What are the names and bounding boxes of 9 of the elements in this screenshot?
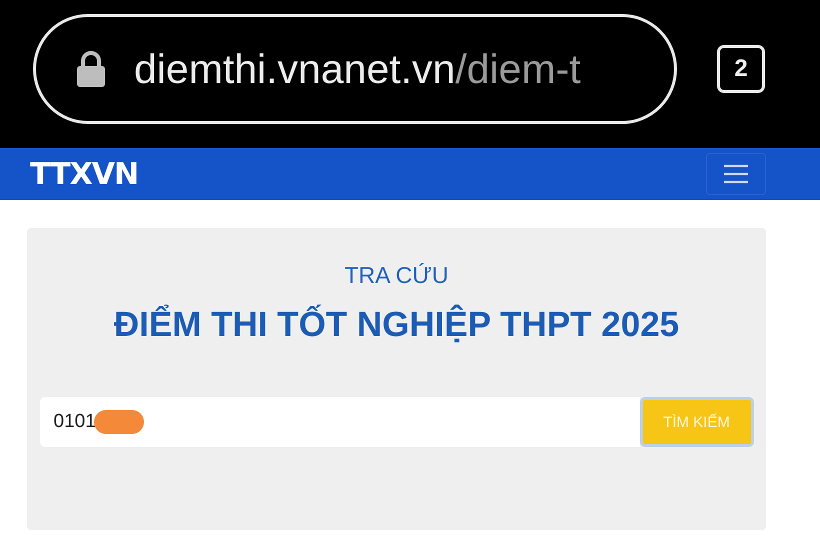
logo[interactable]: TTXVN — [30, 156, 138, 192]
page-title: ĐIỂM THI TỐT NGHIỆP THPT 2025 — [114, 305, 680, 345]
menu-icon — [723, 164, 749, 184]
url-text: diemthi.vnanet.vn/diem-t — [134, 46, 581, 92]
tab-count-button[interactable]: 2 — [717, 45, 765, 93]
address-bar[interactable]: diemthi.vnanet.vn/diem-t — [33, 14, 677, 124]
menu-button[interactable] — [706, 153, 766, 195]
subtitle: TRA CỨU — [344, 262, 448, 289]
input-field[interactable]: 0101 — [40, 397, 640, 447]
